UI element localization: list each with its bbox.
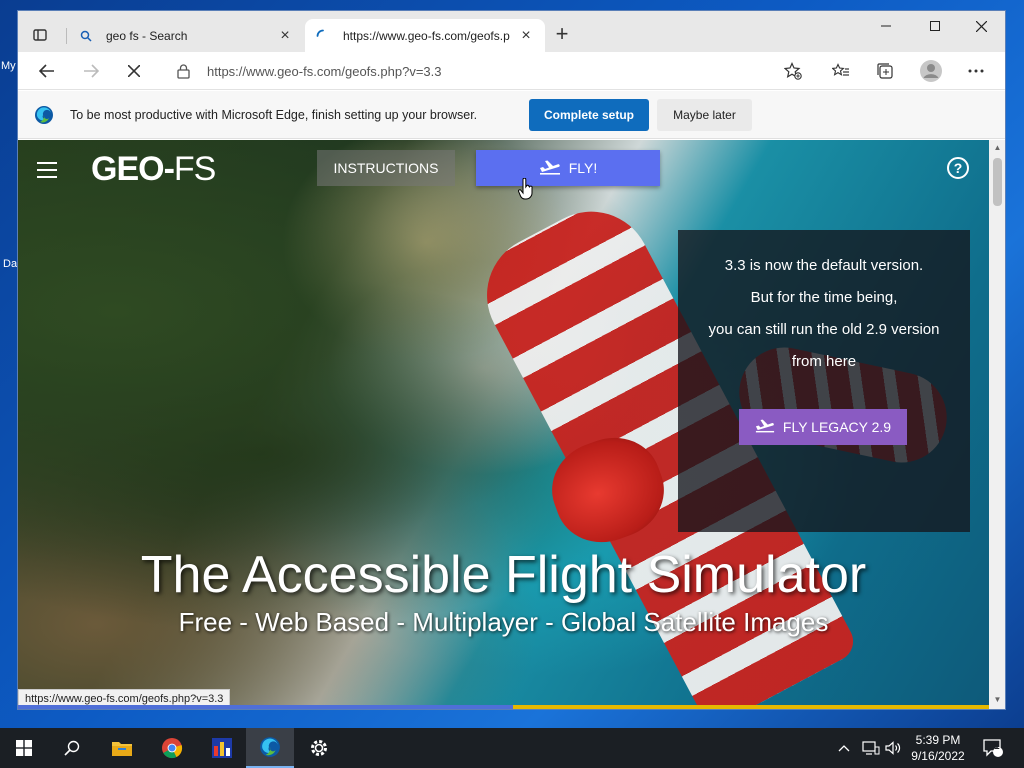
notification-count: 1 <box>994 741 1000 752</box>
app-icon[interactable] <box>198 728 246 768</box>
airplane-takeoff-icon <box>755 418 775 436</box>
volume-icon[interactable] <box>885 728 901 768</box>
fly-legacy-button[interactable]: FLY LEGACY 2.9 <box>739 409 907 445</box>
search-icon[interactable] <box>48 728 96 768</box>
setup-infobar: To be most productive with Microsoft Edg… <box>18 91 1005 139</box>
add-favorite-icon[interactable] <box>778 57 808 85</box>
taskbar: 5:39 PM 9/16/2022 1 <box>0 728 1024 768</box>
network-icon[interactable] <box>862 728 880 768</box>
hamburger-menu-icon[interactable] <box>37 162 57 183</box>
tab-separator <box>66 28 67 44</box>
progress-fill <box>18 705 514 709</box>
minimize-button[interactable] <box>863 11 909 41</box>
clock-date: 9/16/2022 <box>911 749 965 763</box>
scroll-down-icon[interactable]: ▼ <box>992 695 1003 707</box>
tab-search[interactable]: geo fs - Search × <box>68 19 304 52</box>
address-url[interactable]: https://www.geo-fs.com/geofs.php?v=3.3 <box>207 64 442 79</box>
edge-icon[interactable] <box>246 728 294 768</box>
tab-title: https://www.geo-fs.com/geofs.p <box>343 28 510 43</box>
notifications-icon[interactable]: 1 <box>982 728 1004 768</box>
desktop-icon-label[interactable]: Da <box>3 258 17 270</box>
profile-avatar[interactable] <box>916 57 946 85</box>
complete-setup-button[interactable]: Complete setup <box>529 99 649 131</box>
edge-logo-icon <box>34 105 54 125</box>
forward-button[interactable] <box>76 57 106 85</box>
browser-window: geo fs - Search × https://www.geo-fs.com… <box>17 10 1006 710</box>
loading-progress-bar <box>18 705 989 709</box>
loading-spinner-icon <box>315 28 331 44</box>
logo-geo: GEO <box>91 150 165 188</box>
more-options-icon[interactable] <box>961 57 991 85</box>
help-icon[interactable]: ? <box>947 157 969 179</box>
fly-button[interactable]: FLY! <box>476 150 660 186</box>
fly-legacy-label: FLY LEGACY 2.9 <box>782 419 892 435</box>
chrome-icon[interactable] <box>148 728 196 768</box>
new-tab-button[interactable]: + <box>550 23 574 47</box>
stop-loading-button[interactable] <box>119 57 149 85</box>
tab-title: geo fs - Search <box>106 28 188 43</box>
file-explorer-icon[interactable] <box>98 728 146 768</box>
navigation-toolbar: https://www.geo-fs.com/geofs.php?v=3.3 <box>18 52 1005 90</box>
hero-title: The Accessible Flight Simulator <box>140 546 867 604</box>
maybe-later-button[interactable]: Maybe later <box>657 99 752 131</box>
close-window-button[interactable] <box>958 11 1004 41</box>
tab-actions-icon[interactable] <box>28 23 52 47</box>
vertical-scrollbar[interactable]: ▲ ▼ <box>989 140 1005 709</box>
logo-fs: FS <box>173 150 216 188</box>
airplane-takeoff-icon <box>539 159 561 178</box>
hero-subtitle: Free - Web Based - Multiplayer - Global … <box>178 607 829 637</box>
notice-line: But for the time being, <box>750 289 898 306</box>
address-bar[interactable]: https://www.geo-fs.com/geofs.php?v=3.3 <box>163 56 841 86</box>
tab-strip: geo fs - Search × https://www.geo-fs.com… <box>18 11 1005 52</box>
system-clock[interactable]: 5:39 PM 9/16/2022 <box>906 732 970 764</box>
favorites-icon[interactable] <box>826 57 856 85</box>
instructions-button[interactable]: INSTRUCTIONS <box>317 150 455 186</box>
notice-line: you can still run the old 2.9 version <box>708 321 940 338</box>
back-button[interactable] <box>32 57 62 85</box>
notice-line: from here <box>791 353 857 370</box>
clock-time: 5:39 PM <box>915 733 961 747</box>
start-icon[interactable] <box>0 728 48 768</box>
maximize-button[interactable] <box>912 11 958 41</box>
logo-dash: - <box>163 150 175 188</box>
show-hidden-icons[interactable] <box>838 728 850 768</box>
geofs-logo[interactable]: GEO-FS <box>91 150 216 189</box>
tab-geofs[interactable]: https://www.geo-fs.com/geofs.p × <box>305 19 545 52</box>
version-notice-panel: 3.3 is now the default version. But for … <box>678 230 970 532</box>
collections-icon[interactable] <box>870 57 900 85</box>
lock-icon[interactable] <box>177 63 193 79</box>
page-viewport: GEO-FS INSTRUCTIONS FLY! ? 3.3 is now th… <box>18 140 989 709</box>
hand-pointer-icon <box>518 177 534 205</box>
search-icon <box>78 28 94 44</box>
close-tab-icon[interactable]: × <box>276 27 294 45</box>
scrollbar-thumb[interactable] <box>993 158 1002 206</box>
close-tab-icon[interactable]: × <box>517 27 535 45</box>
fly-button-label: FLY! <box>568 160 598 176</box>
scroll-up-icon[interactable]: ▲ <box>992 143 1003 155</box>
desktop-icon-label[interactable]: My <box>1 60 16 72</box>
settings-icon[interactable] <box>295 728 343 768</box>
infobar-message: To be most productive with Microsoft Edg… <box>70 107 478 122</box>
notice-line: 3.3 is now the default version. <box>724 257 924 274</box>
